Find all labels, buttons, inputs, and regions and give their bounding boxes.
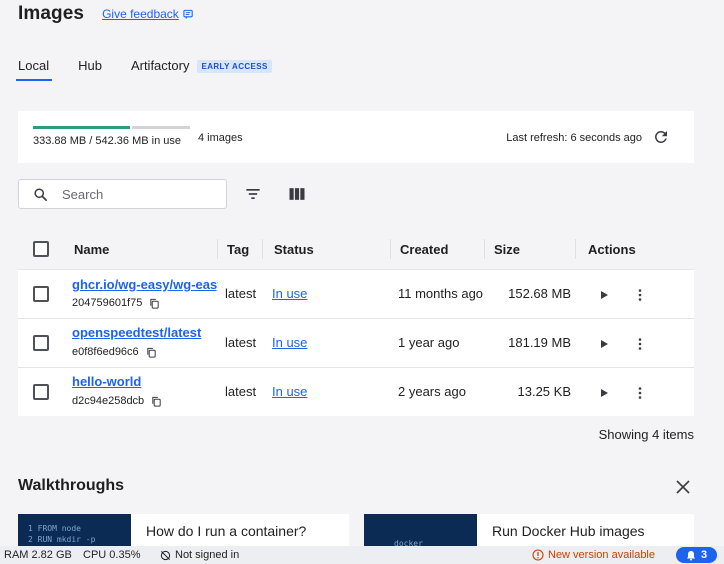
table-item-count: Showing 4 items [598, 427, 694, 442]
tab-local[interactable]: Local [15, 57, 53, 81]
walkthrough-thumbnail: 1 FROM node 2 RUN mkdir -p [18, 514, 131, 550]
table-row[interactable]: openspeedtest/latest e0f8f6ed96c6 latest… [18, 318, 694, 367]
copy-icon[interactable] [149, 298, 160, 309]
columns-icon[interactable] [287, 184, 307, 204]
image-id: d2c94e258dcb [72, 395, 162, 407]
code-line: 2 RUN mkdir -p [28, 535, 96, 544]
ram-usage: RAM 2.82 GB [4, 549, 72, 561]
close-icon[interactable] [675, 479, 691, 495]
image-name-link[interactable]: openspeedtest/latest [72, 325, 218, 340]
image-tag: latest [225, 286, 257, 301]
early-access-badge: EARLY ACCESS [197, 59, 272, 73]
search-box[interactable] [18, 179, 227, 209]
column-divider[interactable] [217, 239, 218, 259]
image-count: 4 images [198, 132, 243, 144]
code-line: 1 FROM node [28, 524, 81, 533]
row-checkbox[interactable] [33, 286, 49, 302]
feedback-icon [183, 9, 193, 19]
sign-in-status[interactable]: Not signed in [160, 549, 239, 561]
notification-count: 3 [700, 549, 708, 561]
walkthrough-thumbnail: docker [364, 514, 477, 550]
walkthrough-card-title: How do I run a container? [146, 523, 307, 539]
more-options-icon[interactable] [633, 288, 647, 302]
image-size: 181.19 MB [508, 335, 571, 350]
search-input[interactable] [62, 186, 212, 202]
table-row[interactable]: hello-world d2c94e258dcb latest In use 2… [18, 367, 694, 416]
image-name-link[interactable]: hello-world [72, 374, 218, 389]
row-checkbox[interactable] [33, 335, 49, 351]
column-divider[interactable] [575, 239, 576, 259]
image-status-link[interactable]: In use [272, 286, 307, 301]
column-header-status[interactable]: Status [274, 242, 314, 257]
sign-in-status-text: Not signed in [175, 549, 240, 561]
image-status-link[interactable]: In use [272, 384, 307, 399]
update-available-text: New version available [548, 549, 655, 561]
refresh-icon[interactable] [652, 128, 670, 146]
column-header-size[interactable]: Size [494, 242, 520, 257]
not-signed-in-icon [160, 550, 171, 560]
disk-usage-bar [33, 126, 190, 129]
image-id-text: 204759601f75 [72, 297, 143, 309]
walkthrough-card-hub-images[interactable]: docker Run Docker Hub images [364, 514, 694, 550]
disk-usage-bar-fill [33, 126, 130, 129]
column-header-name[interactable]: Name [74, 242, 109, 257]
bell-icon [686, 550, 695, 561]
play-icon[interactable] [598, 338, 610, 350]
walkthrough-card-run-container[interactable]: 1 FROM node 2 RUN mkdir -p How do I run … [18, 514, 349, 550]
cpu-usage: CPU 0.35% [83, 549, 141, 561]
walkthroughs-title: Walkthroughs [18, 477, 125, 494]
image-name-link[interactable]: ghcr.io/wg-easy/wg-easy [72, 277, 218, 292]
page-header: Images Give feedback [18, 0, 194, 28]
more-options-icon[interactable] [633, 337, 647, 351]
search-icon [34, 187, 47, 201]
column-divider[interactable] [262, 239, 263, 259]
column-divider[interactable] [484, 239, 485, 259]
column-header-tag[interactable]: Tag [227, 242, 249, 257]
image-size: 152.68 MB [508, 286, 571, 301]
update-available-link[interactable]: New version available [532, 549, 655, 561]
copy-icon[interactable] [151, 396, 162, 407]
copy-icon[interactable] [146, 347, 157, 358]
column-divider[interactable] [390, 239, 391, 259]
select-all-checkbox[interactable] [33, 241, 49, 257]
filter-icon[interactable] [243, 184, 263, 204]
status-bar: RAM 2.82 GB CPU 0.35% Not signed in New … [0, 546, 724, 564]
info-circle-icon [532, 549, 544, 561]
column-header-actions: Actions [588, 242, 636, 257]
tab-artifactory[interactable]: Artifactory [131, 57, 190, 81]
image-created: 2 years ago [398, 384, 466, 399]
image-status-link[interactable]: In use [272, 335, 307, 350]
disk-usage-panel: 333.88 MB / 542.36 MB in use 4 images La… [18, 111, 694, 163]
image-id: 204759601f75 [72, 297, 160, 309]
image-created: 11 months ago [398, 286, 484, 301]
column-header-created[interactable]: Created [400, 242, 448, 257]
walkthrough-card-title: Run Docker Hub images [492, 523, 645, 539]
disk-usage-text: 333.88 MB / 542.36 MB in use [33, 135, 181, 147]
image-id-text: d2c94e258dcb [72, 395, 145, 407]
tab-bar: Local Hub Artifactory EARLY ACCESS [15, 57, 272, 81]
give-feedback-link[interactable]: Give feedback [102, 7, 194, 21]
image-created: 1 year ago [398, 335, 460, 350]
more-options-icon[interactable] [633, 386, 647, 400]
image-tag: latest [225, 335, 257, 350]
image-id: e0f8f6ed96c6 [72, 346, 157, 358]
image-tag: latest [225, 384, 257, 399]
disk-usage-bar-gap [130, 126, 132, 129]
notifications-button[interactable]: 3 [676, 547, 717, 563]
tab-hub[interactable]: Hub [78, 57, 102, 81]
table-row[interactable]: ghcr.io/wg-easy/wg-easy 204759601f75 lat… [18, 269, 694, 318]
image-id-text: e0f8f6ed96c6 [72, 346, 139, 358]
last-refresh-text: Last refresh: 6 seconds ago [506, 132, 642, 144]
give-feedback-label: Give feedback [102, 7, 179, 21]
play-icon[interactable] [598, 387, 610, 399]
row-checkbox[interactable] [33, 384, 49, 400]
play-icon[interactable] [598, 289, 610, 301]
images-table: Name Tag Status Created Size Actions ghc… [18, 229, 694, 416]
image-size: 13.25 KB [517, 384, 572, 399]
page-title: Images [18, 3, 85, 24]
table-header: Name Tag Status Created Size Actions [18, 229, 694, 269]
